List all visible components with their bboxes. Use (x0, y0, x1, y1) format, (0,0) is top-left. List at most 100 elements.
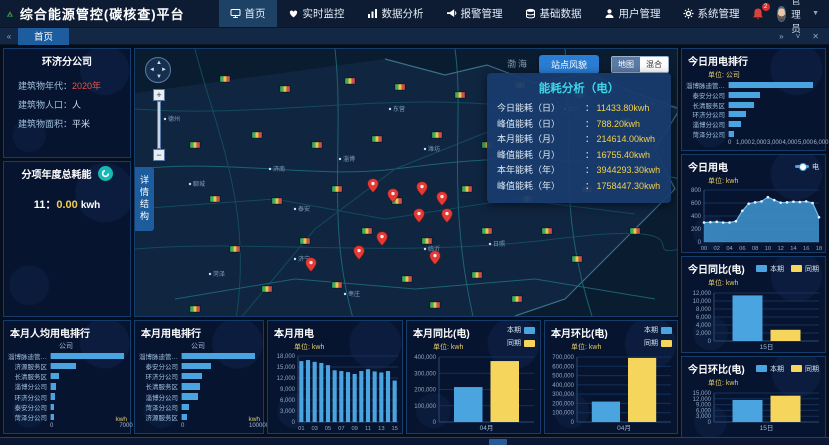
site-status-badge-icon[interactable] (395, 84, 406, 91)
site-status-badge-icon[interactable] (230, 246, 241, 253)
alert-horn-icon (446, 8, 457, 19)
site-status-badge-icon[interactable] (262, 286, 273, 293)
notification-bell-icon[interactable]: 2 (751, 7, 765, 21)
site-status-badge-icon[interactable] (332, 282, 343, 289)
panel-title: 本月环比(电) (551, 325, 608, 340)
today-yoy-chart: 02,0004,0006,0008,00010,00012,00015日 (682, 288, 825, 352)
os-taskbar[interactable] (0, 437, 829, 445)
pan-up-icon[interactable]: ▲ (156, 60, 162, 66)
nav-item-报警管理[interactable]: 报警管理 (435, 0, 514, 27)
taskbar-app-indicator[interactable] (489, 439, 507, 445)
site-status-badge-icon[interactable] (345, 78, 356, 85)
svg-text:聊城: 聊城 (193, 180, 205, 188)
site-status-badge-icon[interactable] (455, 92, 466, 99)
rank-row: 环济分公司 (137, 371, 259, 381)
site-status-badge-icon[interactable] (362, 228, 373, 235)
legend: 本期同期 (644, 325, 672, 348)
site-status-badge-icon[interactable] (572, 256, 583, 263)
rank-row: 长清服务区 (6, 371, 126, 381)
zoom-track[interactable] (157, 101, 161, 149)
zoom-in-button[interactable]: + (153, 89, 165, 101)
svg-text:200,000: 200,000 (552, 401, 574, 407)
site-status-badge-icon[interactable] (462, 186, 473, 193)
nav-item-实时监控[interactable]: 实时监控 (277, 0, 356, 27)
site-status-badge-icon[interactable] (630, 228, 641, 235)
refresh-ring-icon[interactable] (98, 166, 113, 181)
svg-text:8,000: 8,000 (696, 307, 712, 313)
site-status-badge-icon[interactable] (432, 132, 443, 139)
collapse-tabs-icon[interactable]: « (0, 32, 18, 41)
site-status-badge-icon[interactable] (252, 132, 263, 139)
site-status-badge-icon[interactable] (472, 272, 483, 279)
brand-logo-icon (6, 5, 14, 23)
popup-row: 峰值能耗（月）： 16755.40kwh (497, 148, 661, 164)
nav-item-首页[interactable]: 首页 (219, 0, 277, 27)
svg-text:潍坊: 潍坊 (428, 145, 440, 153)
site-status-badge-icon[interactable] (272, 198, 283, 205)
rank-row: 菏泽分公司 (684, 129, 821, 139)
svg-text:05: 05 (325, 426, 331, 432)
site-status-badge-icon[interactable] (542, 228, 553, 235)
svg-text:6,000: 6,000 (280, 398, 296, 404)
site-status-badge-icon[interactable] (422, 238, 433, 245)
nav-item-数据分析[interactable]: 数据分析 (356, 0, 435, 27)
rank-row: 泰安分公司 (684, 90, 821, 100)
map-view[interactable]: 德州聊城济南淄博东营潍坊烟台威海青岛日照临沂济宁菏泽泰安枣庄 渤海 ▲ ▼ ◄ … (134, 48, 678, 317)
map-pan-control[interactable]: ▲ ▼ ◄ ► (145, 57, 171, 83)
user-menu[interactable]: 管理员 ▼ (777, 0, 819, 35)
detail-structure-tab[interactable]: 详情结构 (135, 167, 154, 231)
map-zoom-slider[interactable]: + − (153, 89, 165, 161)
tab-home[interactable]: 首页 (18, 28, 69, 45)
svg-text:06: 06 (739, 246, 745, 252)
svg-text:2,000: 2,000 (696, 331, 712, 337)
nav-item-系统管理[interactable]: 系统管理 (672, 0, 751, 27)
svg-text:07: 07 (338, 426, 344, 432)
svg-text:枣庄: 枣庄 (348, 290, 360, 298)
svg-text:00: 00 (701, 246, 707, 252)
rank-row: 济源服务区 (137, 412, 259, 422)
site-status-badge-icon[interactable] (332, 186, 343, 193)
site-status-badge-icon[interactable] (372, 136, 383, 143)
center-column: 德州聊城济南淄博东营潍坊烟台威海青岛日照临沂济宁菏泽泰安枣庄 渤海 ▲ ▼ ◄ … (134, 48, 678, 434)
site-status-badge-icon[interactable] (190, 142, 201, 149)
company-info-rows: 建筑物年代：2020年建筑物人口：人建筑物面积：平米 (4, 69, 130, 134)
site-status-badge-icon[interactable] (190, 306, 201, 313)
svg-text:15日: 15日 (760, 424, 774, 432)
tab-bar: « 首页 » ˅ ✕ (0, 28, 829, 45)
site-status-badge-icon[interactable] (430, 302, 441, 309)
yearly-total-panel: 分项年度总耗能 11：0.00 kwh (3, 161, 131, 317)
pan-right-icon[interactable]: ► (161, 67, 167, 73)
popup-row: 峰值能耗（日）： 788.20kwh (497, 117, 661, 133)
site-view-button[interactable]: 站点风貌 (539, 55, 599, 74)
site-status-badge-icon[interactable] (482, 228, 493, 235)
zoom-out-button[interactable]: − (153, 149, 165, 161)
layer-option-hybrid[interactable]: 混合 (640, 57, 668, 72)
svg-text:04月: 04月 (480, 424, 494, 432)
city-dot (189, 183, 191, 185)
layer-option-map[interactable]: 地图 (612, 57, 640, 72)
nav-item-基础数据[interactable]: 基础数据 (514, 0, 593, 27)
pan-left-icon[interactable]: ◄ (149, 67, 155, 73)
panel-title: 本月用电 (274, 325, 314, 340)
site-status-badge-icon[interactable] (220, 76, 231, 83)
site-status-badge-icon[interactable] (300, 238, 311, 245)
energy-analysis-popup: 能耗分析（电） 今日能耗（日）： 11433.80kwh峰值能耗（日）： 788… (487, 73, 671, 203)
site-status-badge-icon[interactable] (280, 86, 291, 93)
unit-label: 单位: kwh (682, 377, 825, 388)
pan-down-icon[interactable]: ▼ (156, 74, 162, 80)
site-status-badge-icon[interactable] (210, 196, 221, 203)
svg-text:16: 16 (803, 246, 809, 252)
rank-row: 淄博分公司 (684, 119, 821, 129)
city-dot (209, 273, 211, 275)
site-status-badge-icon[interactable] (402, 276, 413, 283)
today-usage-chart: 020040060080000020406081012141618 (682, 186, 825, 252)
site-status-badge-icon[interactable] (512, 296, 523, 303)
month-rank-chart: 公司淄博脉迪管…泰安分公司环济分公司长清服务区淄博分公司菏泽分公司济源服务区01… (135, 341, 263, 433)
unit-label: 单位: 公司 (682, 69, 825, 80)
rank-row: 淄博脉迪管… (684, 80, 821, 90)
rank-row: 环济分公司 (684, 109, 821, 119)
site-status-badge-icon[interactable] (312, 142, 323, 149)
nav-item-用户管理[interactable]: 用户管理 (593, 0, 672, 27)
svg-text:13: 13 (378, 426, 384, 432)
unit-label: 单位: kwh (682, 277, 825, 288)
